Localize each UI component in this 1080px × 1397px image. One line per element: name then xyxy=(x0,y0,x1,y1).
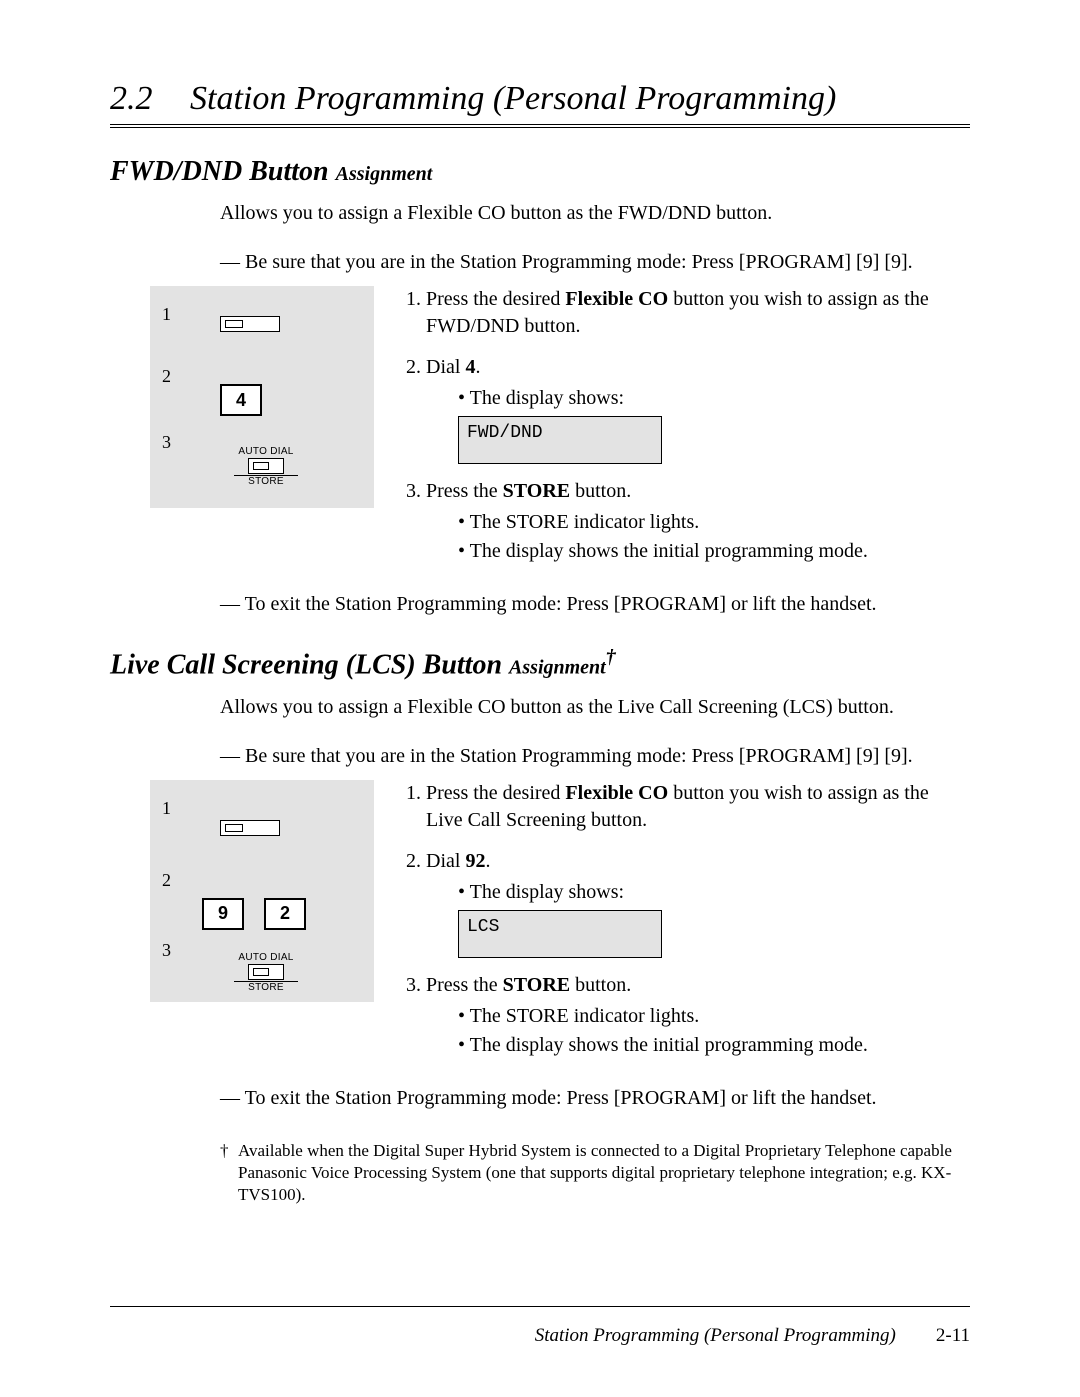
flexible-co-button-icon xyxy=(220,820,280,836)
lcs-step-3: Press the STORE button. The STORE indica… xyxy=(426,972,970,1059)
fwddnd-diagram: 1 2 4 3 AUTO DIAL STORE xyxy=(150,286,374,508)
step3-bullet-1: The STORE indicator lights. xyxy=(458,509,970,536)
key-9-icon: 9 xyxy=(202,898,244,930)
lcs-step3-a: Press the xyxy=(426,974,503,996)
store-label: STORE xyxy=(234,982,298,993)
step3-text-a: Press the xyxy=(426,480,503,502)
fwddnd-row: 1 2 4 3 AUTO DIAL STORE Press the desire… xyxy=(150,286,970,579)
auto-dial-label: AUTO DIAL xyxy=(234,446,298,457)
footer-title: Station Programming (Personal Programmin… xyxy=(535,1325,896,1347)
page: 2.2Station Programming (Personal Program… xyxy=(0,0,1080,1397)
lcs-step3-b: STORE xyxy=(503,974,570,996)
lcs-intro: Allows you to assign a Flexible CO butto… xyxy=(220,694,970,721)
section-title-text: Station Programming (Personal Programmin… xyxy=(190,80,836,117)
lcs-step2-dial: 92 xyxy=(465,850,485,872)
step2-text-b: . xyxy=(475,356,480,378)
lcs-step2-bullet: The display shows: xyxy=(458,879,970,906)
lcs-heading-dagger: † xyxy=(606,646,616,668)
step3-text-b: STORE xyxy=(503,480,570,502)
step2-bullet: The display shows: xyxy=(458,385,970,412)
lcs-step-1: Press the desired Flexible CO button you… xyxy=(426,780,970,834)
page-footer: Station Programming (Personal Programmin… xyxy=(110,1325,970,1347)
lcs-step3-bullet-1: The STORE indicator lights. xyxy=(458,1003,970,1030)
lcs-display: LCS xyxy=(458,910,662,958)
fwddnd-heading: FWD/DND Button Assignment xyxy=(110,156,970,188)
fwddnd-heading-sub: Assignment xyxy=(336,163,433,185)
fwddnd-display: FWD/DND xyxy=(458,416,662,464)
diagram-step-1: 1 xyxy=(162,304,171,325)
lcs-step2-b: . xyxy=(485,850,490,872)
lcs-row: 1 2 9 2 3 AUTO DIAL STORE Press the desi… xyxy=(150,780,970,1073)
diagram-step-2: 2 xyxy=(162,366,171,387)
step1-text-a: Press the desired xyxy=(426,288,565,310)
footnote-dagger: † xyxy=(220,1140,238,1206)
fwddnd-exit: — To exit the Station Programming mode: … xyxy=(220,593,970,616)
lcs-steps: Press the desired Flexible CO button you… xyxy=(404,780,970,1073)
lcs-step3-c: button. xyxy=(570,974,631,996)
footnote-text: Available when the Digital Super Hybrid … xyxy=(238,1140,970,1206)
keypad-row: 4 xyxy=(220,384,262,416)
key-2-icon: 2 xyxy=(264,898,306,930)
lcs-step1-b: Flexible CO xyxy=(565,782,668,804)
step1-text-b: Flexible CO xyxy=(565,288,668,310)
diagram2-step-3: 3 xyxy=(162,940,171,961)
store-button-icon: AUTO DIAL STORE xyxy=(234,952,298,993)
lcs-exit: — To exit the Station Programming mode: … xyxy=(220,1087,970,1110)
fwddnd-intro: Allows you to assign a Flexible CO butto… xyxy=(220,200,970,227)
lcs-step-2: Dial 92. The display shows: LCS xyxy=(426,848,970,958)
store-label: STORE xyxy=(234,476,298,487)
lcs-heading-main: Live Call Screening (LCS) Button xyxy=(110,650,502,681)
lcs-step1-a: Press the desired xyxy=(426,782,565,804)
step3-text-c: button. xyxy=(570,480,631,502)
lcs-heading: Live Call Screening (LCS) Button Assignm… xyxy=(110,646,970,681)
step3-bullet-2: The display shows the initial programmin… xyxy=(458,538,970,565)
store-key-icon xyxy=(248,964,284,980)
section-number: 2.2 xyxy=(110,80,190,118)
diagram2-step-1: 1 xyxy=(162,798,171,819)
lcs-heading-sub: Assignment xyxy=(509,657,606,679)
lcs-step2-a: Dial xyxy=(426,850,465,872)
fwddnd-step-2: Dial 4. The display shows: FWD/DND xyxy=(426,354,970,464)
footer-rule xyxy=(110,1306,970,1307)
store-button-icon: AUTO DIAL STORE xyxy=(234,446,298,487)
fwddnd-precondition: — Be sure that you are in the Station Pr… xyxy=(220,249,970,276)
section-title: 2.2Station Programming (Personal Program… xyxy=(110,80,970,118)
step2-dial: 4 xyxy=(465,356,475,378)
store-key-icon xyxy=(248,458,284,474)
diagram2-step-2: 2 xyxy=(162,870,171,891)
fwddnd-step-3: Press the STORE button. The STORE indica… xyxy=(426,478,970,565)
lcs-step3-bullet-2: The display shows the initial programmin… xyxy=(458,1032,970,1059)
fwddnd-step-1: Press the desired Flexible CO button you… xyxy=(426,286,970,340)
diagram-step-3: 3 xyxy=(162,432,171,453)
flexible-co-button-icon xyxy=(220,316,280,332)
auto-dial-label: AUTO DIAL xyxy=(234,952,298,963)
fwddnd-steps: Press the desired Flexible CO button you… xyxy=(404,286,970,579)
step2-text-a: Dial xyxy=(426,356,465,378)
title-rule xyxy=(110,124,970,128)
lcs-precondition: — Be sure that you are in the Station Pr… xyxy=(220,743,970,770)
lcs-diagram: 1 2 9 2 3 AUTO DIAL STORE xyxy=(150,780,374,1002)
key-4-icon: 4 xyxy=(220,384,262,416)
footer-page: 2-11 xyxy=(936,1325,970,1347)
fwddnd-heading-main: FWD/DND Button xyxy=(110,156,329,187)
footnote: † Available when the Digital Super Hybri… xyxy=(220,1140,970,1206)
keypad-row: 9 2 xyxy=(202,898,306,930)
